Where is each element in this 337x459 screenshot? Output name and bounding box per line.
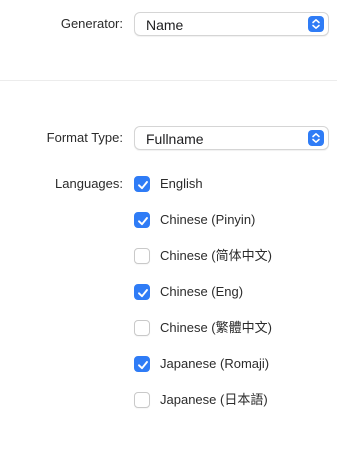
checkbox-checked[interactable] [134,176,150,192]
checkbox-unchecked[interactable] [134,320,150,336]
language-option-label: Chinese (繁體中文) [160,320,272,335]
chevron-up-down-icon [308,16,324,32]
checkbox-checked[interactable] [134,284,150,300]
section-divider [0,80,337,81]
generator-value: Name [146,17,184,33]
generator-select[interactable]: Name [134,12,329,36]
languages-label: Languages: [55,176,123,191]
language-option-label: Chinese (Eng) [160,284,244,299]
checkbox-checked[interactable] [134,212,150,228]
language-option-label: English [160,176,203,191]
settings-panel: Generator: Name Format Type: Fullname La… [0,0,337,459]
language-option-label: Japanese (Romaji) [160,356,270,371]
checkbox-checked[interactable] [134,356,150,372]
checkbox-unchecked[interactable] [134,248,150,264]
format-type-select[interactable]: Fullname [134,126,329,150]
language-option-label: Chinese (Pinyin) [160,212,256,227]
format-type-label: Format Type: [46,130,123,145]
language-option-label: Japanese (日本語) [160,392,268,407]
chevron-up-down-icon [308,130,324,146]
checkbox-unchecked[interactable] [134,392,150,408]
language-option-label: Chinese (简体中文) [160,248,272,263]
format-type-value: Fullname [146,131,204,147]
generator-label: Generator: [60,16,123,31]
